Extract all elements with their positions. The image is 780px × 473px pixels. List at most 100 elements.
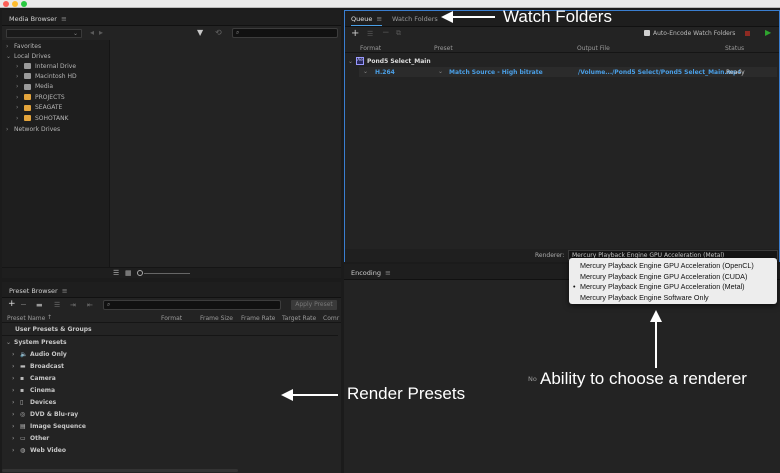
item-status: Ready	[726, 69, 745, 76]
drive-row[interactable]: › Macintosh HD	[16, 71, 77, 81]
filter-icon[interactable]: ▼	[197, 28, 203, 37]
renderer-option[interactable]: Mercury Playback Engine Software Only	[580, 293, 709, 302]
column-preset-name[interactable]: Preset Name	[7, 315, 45, 322]
apply-preset-button[interactable]: Apply Preset	[291, 300, 337, 310]
system-presets-row[interactable]: ⌄ System Presets	[6, 336, 67, 348]
item-output-file[interactable]: /Volume.../Pond5 Select/Pond5 Select_Mai…	[578, 69, 741, 76]
horizontal-scrollbar[interactable]	[2, 469, 238, 472]
column-comment[interactable]: Comr	[323, 315, 339, 322]
minimize-window-button[interactable]	[12, 1, 18, 7]
start-queue-icon[interactable]: ▶	[765, 28, 771, 37]
drive-label: PROJECTS	[35, 93, 65, 101]
preset-category-row[interactable]: › ▪ Camera	[12, 372, 56, 384]
drive-label: SEAGATE	[35, 104, 63, 112]
queue-column-header: Format Preset Output File Status	[345, 43, 779, 53]
add-source-icon[interactable]: +	[351, 28, 359, 39]
favorites-row[interactable]: › Favorites	[6, 41, 41, 51]
annotation-arrow-shaft	[452, 16, 495, 18]
chevron-right-icon: ›	[12, 447, 15, 455]
column-frame-size[interactable]: Frame Size	[200, 315, 233, 322]
preset-category-row[interactable]: › ▬ Broadcast	[12, 360, 64, 372]
network-drives-row[interactable]: › Network Drives	[6, 124, 60, 134]
renderer-option[interactable]: • Mercury Playback Engine GPU Acceleratio…	[573, 282, 745, 291]
drive-row[interactable]: › SOHOTANK	[16, 113, 69, 123]
media-browser-footer: ☰ ▦	[2, 267, 341, 278]
drive-row[interactable]: › SEAGATE	[16, 103, 62, 113]
chevron-right-icon: ›	[12, 362, 15, 370]
chevron-right-icon: ›	[12, 435, 15, 443]
panel-menu-icon[interactable]: ≡	[385, 269, 391, 277]
preset-dropdown-icon[interactable]: ⌄	[438, 68, 443, 75]
panel-menu-icon[interactable]: ≡	[61, 15, 67, 23]
tab-queue[interactable]: Queue ≡	[351, 15, 383, 26]
column-frame-rate[interactable]: Frame Rate	[241, 315, 275, 322]
back-arrow-icon[interactable]: ◂	[90, 28, 94, 37]
add-preset-icon[interactable]: +	[8, 299, 16, 309]
user-presets-row[interactable]: User Presets & Groups	[15, 323, 92, 335]
zoom-window-button[interactable]	[21, 1, 27, 7]
close-window-button[interactable]	[3, 1, 9, 7]
media-browser-location-dropdown[interactable]: ⌄	[6, 29, 82, 38]
preset-category-label: Image Sequence	[30, 423, 86, 431]
column-format[interactable]: Format	[360, 45, 381, 52]
image-sequence-icon: ▤	[20, 423, 26, 431]
selected-bullet-icon: •	[573, 282, 576, 292]
preset-category-row[interactable]: › ▯ Devices	[12, 396, 56, 408]
export-icon[interactable]: ⇤	[87, 301, 93, 309]
preset-category-label: DVD & Blu-ray	[30, 411, 79, 418]
preset-category-label: Audio Only	[30, 350, 67, 358]
preset-search-input[interactable]: ⌕	[103, 300, 281, 310]
chevron-right-icon: ›	[12, 350, 15, 358]
annotation-watch-folders: Watch Folders	[503, 7, 612, 26]
preset-category-row[interactable]: › ▤ Image Sequence	[12, 421, 86, 433]
zoom-slider-track[interactable]	[144, 273, 190, 274]
preset-category-row[interactable]: › ◍ Web Video	[12, 445, 66, 457]
drive-row[interactable]: › Media	[16, 82, 53, 92]
local-drives-row[interactable]: ⌄ Local Drives	[6, 51, 51, 61]
settings-icon[interactable]: ☰	[54, 301, 60, 309]
column-target-rate[interactable]: Target Rate	[282, 315, 316, 322]
item-preset[interactable]: Match Source - High bitrate	[449, 69, 543, 76]
panel-menu-icon[interactable]: ≡	[62, 287, 68, 295]
globe-icon: ◍	[20, 447, 26, 455]
duplicate-icon[interactable]: ⧉	[396, 29, 401, 38]
remove-preset-icon[interactable]: −	[20, 300, 27, 309]
preset-category-row[interactable]: › ◎ DVD & Blu-ray	[12, 409, 78, 421]
column-preset[interactable]: Preset	[434, 45, 453, 52]
column-status[interactable]: Status	[725, 45, 744, 52]
item-format[interactable]: H.264	[375, 69, 395, 76]
user-presets-label: User Presets & Groups	[15, 325, 92, 333]
renderer-option[interactable]: Mercury Playback Engine GPU Acceleration…	[580, 261, 754, 270]
import-icon[interactable]: ⇥	[70, 301, 76, 309]
film-icon: ▪	[20, 386, 25, 394]
media-browser-search-input[interactable]: ⌕	[232, 28, 338, 38]
column-format[interactable]: Format	[161, 315, 182, 322]
queue-source-row[interactable]: ⌄ Ae Pond5 Select_Main	[348, 56, 431, 66]
icon-view-icon[interactable]: ▦	[125, 269, 132, 277]
preset-category-label: Cinema	[30, 386, 56, 394]
auto-encode-checkbox[interactable]	[644, 30, 650, 36]
list-view-icon[interactable]: ☰	[113, 269, 119, 277]
chevron-down-icon: ⌄	[72, 30, 78, 37]
zoom-slider-handle[interactable]	[137, 270, 143, 276]
annotation-arrow-shaft	[655, 322, 657, 368]
remove-icon[interactable]: −	[382, 28, 390, 38]
preset-category-row[interactable]: › ▭ Other	[12, 433, 49, 445]
system-presets-label: System Presets	[14, 338, 67, 346]
preset-category-row[interactable]: › 🔈 Audio Only	[12, 348, 67, 360]
forward-arrow-icon[interactable]: ▸	[99, 28, 103, 37]
new-group-icon[interactable]: ▬	[36, 301, 43, 309]
queue-item-row[interactable]: ⌄ H.264 ⌄ Match Source - High bitrate /V…	[359, 67, 777, 77]
tab-watch-folders[interactable]: Watch Folders	[392, 15, 438, 23]
drive-row[interactable]: › PROJECTS	[16, 92, 65, 102]
renderer-option[interactable]: Mercury Playback Engine GPU Acceleration…	[580, 272, 747, 281]
preset-category-label: Broadcast	[30, 362, 65, 370]
stop-icon[interactable]	[745, 31, 750, 36]
phone-icon: ▯	[20, 398, 24, 406]
preset-category-row[interactable]: › ▪ Cinema	[12, 384, 55, 396]
ingest-icon[interactable]: ⟲	[215, 28, 222, 37]
column-output-file[interactable]: Output File	[577, 45, 610, 52]
settings-icon[interactable]: ☰	[367, 30, 373, 38]
format-dropdown-icon[interactable]: ⌄	[363, 68, 368, 75]
drive-row[interactable]: › Internal Drive	[16, 61, 76, 71]
